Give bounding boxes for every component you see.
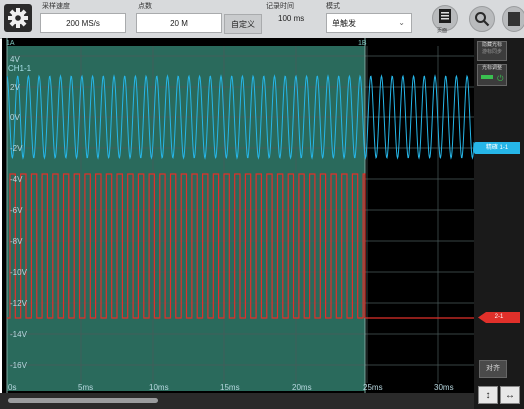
y-label-minus12v: -12V [10,299,28,308]
horizontal-scrollbar[interactable] [0,393,474,409]
power-icon: ⏻ [497,74,504,83]
align-button[interactable]: 对齐 [479,360,507,378]
channel-2-marker[interactable]: 2-1 [478,312,520,323]
y-label-minus4v: -4V [10,175,23,184]
y-label-minus2v: -2V [10,144,23,153]
sample-rate-field[interactable]: 200 MS/s [40,13,126,33]
vertical-zoom-button[interactable]: ↕ [478,386,498,404]
cursor-adjust-button[interactable]: 光标调整 ⏻ [477,64,507,86]
search-button[interactable] [469,6,495,32]
horizontal-zoom-button[interactable]: ↔ [500,386,520,404]
y-label-2v: 2V [10,83,20,92]
points-label: 点数 [138,3,152,10]
cursor-adjust-label: 光标调整 [481,65,502,71]
cursor-sync-label: 游标同步 [481,49,502,55]
record-time-label: 记录时间 [266,3,294,10]
vertical-expand-icon: ↕ [485,389,491,401]
sample-rate-label: 采样速度 [42,3,70,10]
mode-select-value: 单触发 [332,18,356,28]
cursor-b-label: 1B [358,40,367,47]
y-label-minus14v: -14V [10,330,28,339]
y-label-4v: 4V [10,55,20,64]
points-field[interactable]: 20 M [136,13,222,33]
horizontal-expand-icon: ↔ [505,389,515,401]
chevron-down-icon: ⌄ [398,18,405,27]
record-icon [508,12,520,26]
y-label-minus16v: -16V [10,361,28,370]
align-label: 对齐 [486,365,500,372]
page-layout-icon [439,9,451,23]
x-label-0s: 0s [8,383,16,392]
record-time-value[interactable]: 100 ms [278,14,304,23]
channel-1-marker[interactable]: 精確 1-1 [474,142,520,154]
y-label-minus8v: -8V [10,237,23,246]
toggle-indicator [480,74,493,79]
mode-label: 模式 [326,3,340,10]
layout-button-label: 页面 [437,28,448,34]
hide-cursor-label: 隐藏光标 [481,42,502,48]
oscilloscope-view[interactable]: 1A 1B CH1-1 4V 2V 0V -2V -4V -6V -8V -10… [2,38,474,393]
y-label-minus10v: -10V [10,268,28,277]
record-button[interactable] [502,6,524,32]
waveform-plot[interactable]: 1A 1B CH1-1 4V 2V 0V -2V -4V -6V -8V -10… [2,38,474,393]
x-label-20ms: 20ms [292,383,312,392]
hide-cursor-button[interactable]: 隐藏光标 游标同步 [477,41,507,61]
y-label-minus6v: -6V [10,206,23,215]
scrollbar-thumb[interactable] [8,398,158,403]
x-label-5ms: 5ms [78,383,93,392]
search-icon [475,12,490,27]
mode-select[interactable]: 单触发 ⌄ [326,13,412,33]
top-toolbar: 采样速度 200 MS/s 点数 20 M 自定义 记录时间 100 ms 模式… [0,0,524,39]
x-label-15ms: 15ms [220,383,240,392]
x-label-25ms: 25ms [363,383,383,392]
x-label-30ms: 30ms [434,383,454,392]
x-label-10ms: 10ms [149,383,169,392]
cursor-a-label: 1A [6,40,15,47]
right-panel: 隐藏光标 游标同步 光标调整 ⏻ 精確 1-1 2-1 对齐 ↕ ↔ [474,38,524,409]
gear-icon[interactable] [4,4,32,32]
custom-button[interactable]: 自定义 [224,14,262,34]
channel-label: CH1-1 [8,64,32,73]
y-label-0v: 0V [10,113,20,122]
